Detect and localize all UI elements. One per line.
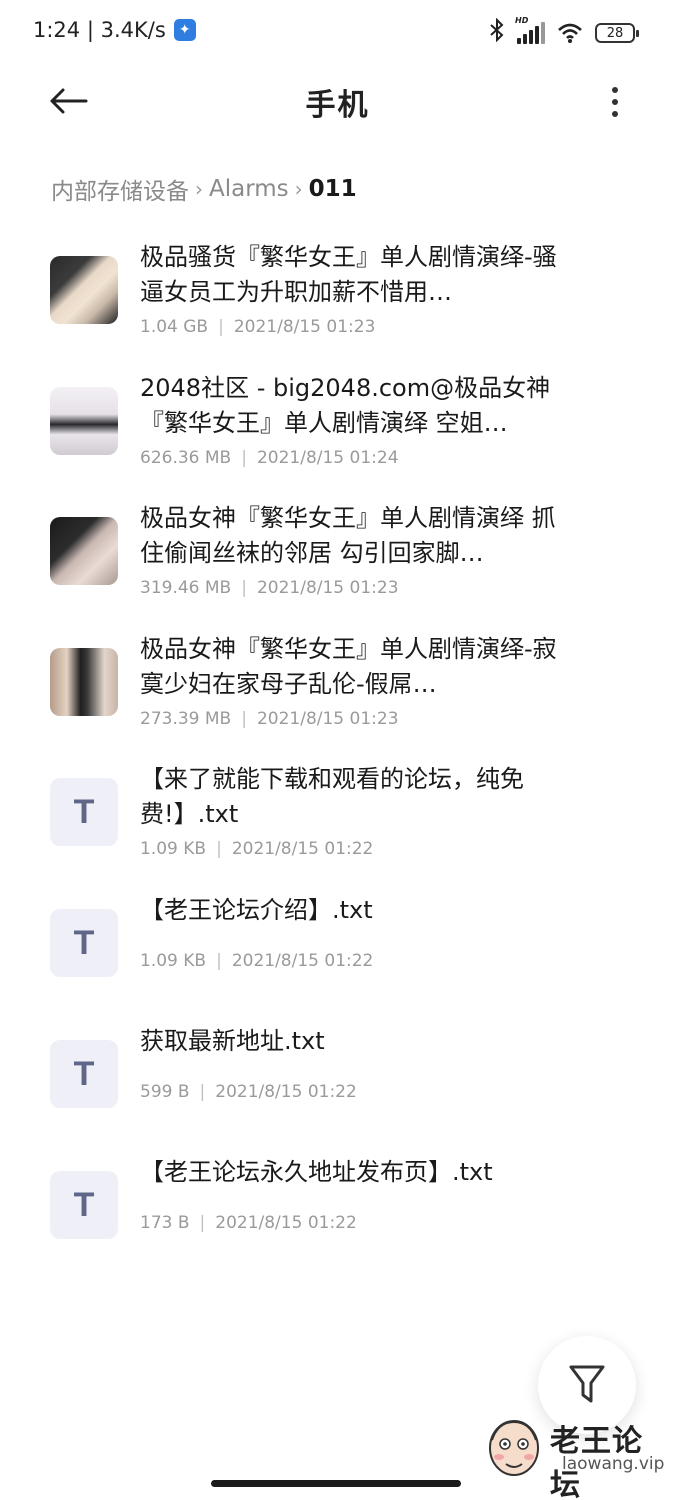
file-size: 599 B xyxy=(140,1082,190,1102)
status-left: 1:24 | 3.4K/s ✦ xyxy=(33,18,196,42)
file-size: 173 B xyxy=(140,1213,190,1233)
text-file-icon: T xyxy=(50,1040,118,1108)
file-date: 2021/8/15 01:22 xyxy=(215,1082,357,1102)
file-name: 2048社区 - big2048.com@极品女神『繁华女王』单人剧情演绎 空姐… xyxy=(140,374,551,437)
file-item[interactable]: 极品女神『繁华女王』单人剧情演绎-寂寞少妇在家母子乱伦-假屌… 273.39 M… xyxy=(0,622,675,742)
file-item[interactable]: 2048社区 - big2048.com@极品女神『繁华女王』单人剧情演绎 空姐… xyxy=(0,361,675,481)
breadcrumb-item-current: 011 xyxy=(308,176,357,202)
status-time-speed: 1:24 | 3.4K/s xyxy=(33,18,166,42)
file-meta: 1.04 GB | 2021/8/15 01:23 xyxy=(140,317,375,337)
file-meta: 1.09 KB | 2021/8/15 01:22 xyxy=(140,839,373,859)
status-right: HD 28 xyxy=(489,16,639,48)
video-thumbnail xyxy=(50,387,118,455)
file-date: 2021/8/15 01:22 xyxy=(231,951,374,971)
file-name: 极品女神『繁华女王』单人剧情演绎-寂寞少妇在家母子乱伦-假屌… xyxy=(140,635,557,698)
chevron-right-icon: › xyxy=(294,177,303,201)
file-name: 获取最新地址.txt xyxy=(140,1027,325,1055)
file-item[interactable]: T 【老王论坛介绍】.txt 1.09 KB | 2021/8/15 01:22 xyxy=(0,896,675,1027)
status-bar: 1:24 | 3.4K/s ✦ HD 28 xyxy=(0,0,675,62)
video-thumbnail xyxy=(50,517,118,585)
app-header: 手机 xyxy=(0,62,675,142)
home-indicator[interactable] xyxy=(211,1480,461,1487)
more-vertical-icon xyxy=(612,87,618,93)
txt-icon-letter: T xyxy=(73,923,95,962)
file-meta: 1.09 KB | 2021/8/15 01:22 xyxy=(140,951,373,971)
meta-separator: | xyxy=(199,1082,206,1102)
hd-label: HD xyxy=(515,16,529,25)
file-meta: 599 B | 2021/8/15 01:22 xyxy=(140,1082,357,1102)
chevron-right-icon: › xyxy=(195,177,203,201)
breadcrumb-item-alarms[interactable]: Alarms xyxy=(209,176,289,202)
video-thumbnail xyxy=(50,648,118,716)
file-meta: 173 B | 2021/8/15 01:22 xyxy=(140,1213,357,1233)
breadcrumb-item-internal-storage[interactable]: 内部存储设备 xyxy=(51,172,189,206)
file-date: 2021/8/15 01:24 xyxy=(256,448,399,468)
file-size: 1.09 KB xyxy=(140,951,207,971)
more-options-button[interactable] xyxy=(595,80,635,124)
file-meta: 319.46 MB | 2021/8/15 01:23 xyxy=(140,578,399,598)
breadcrumb: 内部存储设备 › Alarms › 011 xyxy=(51,172,357,206)
file-size: 626.36 MB xyxy=(140,448,232,468)
file-date: 2021/8/15 01:23 xyxy=(233,317,376,337)
file-size: 1.09 KB xyxy=(140,839,207,859)
meta-separator: | xyxy=(216,951,222,971)
bird-notification-icon: ✦ xyxy=(173,19,196,41)
meta-separator: | xyxy=(218,317,224,337)
bluetooth-icon xyxy=(489,17,505,48)
wifi-icon xyxy=(557,22,583,44)
file-meta: 626.36 MB | 2021/8/15 01:24 xyxy=(140,448,399,468)
file-name: 【老王论坛永久地址发布页】.txt xyxy=(140,1158,493,1186)
file-date: 2021/8/15 01:23 xyxy=(256,709,399,729)
text-file-icon: T xyxy=(50,778,118,846)
text-file-icon: T xyxy=(50,1171,118,1239)
video-thumbnail xyxy=(50,256,118,324)
file-meta: 273.39 MB | 2021/8/15 01:23 xyxy=(140,709,399,729)
file-date: 2021/8/15 01:22 xyxy=(215,1213,357,1233)
file-name: 极品女神『繁华女王』单人剧情演绎 抓住偷闻丝袜的邻居 勾引回家脚… xyxy=(140,504,556,567)
file-item[interactable]: T 【来了就能下载和观看的论坛，纯免费!】.txt 1.09 KB | 2021/8… xyxy=(0,752,675,872)
file-item[interactable]: T 【老王论坛永久地址发布页】.txt 173 B | 2021/8/15 01:2… xyxy=(0,1158,675,1289)
watermark-url: laowang.vip xyxy=(562,1454,665,1474)
file-name: 【来了就能下载和观看的论坛，纯免费!】.txt xyxy=(140,765,524,828)
watermark: 老王论坛 laowang.vip xyxy=(484,1410,669,1500)
txt-icon-letter: T xyxy=(73,1054,95,1093)
file-item[interactable]: T 获取最新地址.txt 599 B | 2021/8/15 01:22 xyxy=(0,1027,675,1158)
page-title: 手机 xyxy=(305,88,370,123)
cell-signal-icon: HD xyxy=(515,16,545,44)
meta-separator: | xyxy=(199,1213,206,1233)
file-date: 2021/8/15 01:22 xyxy=(231,839,374,859)
battery-level: 28 xyxy=(606,25,624,41)
meta-separator: | xyxy=(216,839,222,859)
file-size: 319.46 MB xyxy=(140,578,232,598)
file-item[interactable]: 极品骚货『繁华女王』单人剧情演绎-骚逼女员工为升职加薪不惜用… 1.04 GB |… xyxy=(0,230,675,350)
old-man-face-logo xyxy=(489,1420,539,1476)
file-size: 1.04 GB xyxy=(140,317,209,337)
file-item[interactable]: 极品女神『繁华女王』单人剧情演绎 抓住偷闻丝袜的邻居 勾引回家脚… 319.46… xyxy=(0,491,675,611)
meta-separator: | xyxy=(241,578,247,598)
file-name: 极品骚货『繁华女王』单人剧情演绎-骚逼女员工为升职加薪不惜用… xyxy=(140,243,557,306)
text-file-icon: T xyxy=(50,909,118,977)
meta-separator: | xyxy=(241,448,247,468)
battery-indicator: 28 xyxy=(595,23,639,43)
file-date: 2021/8/15 01:23 xyxy=(256,578,399,598)
file-name: 【老王论坛介绍】.txt xyxy=(140,896,373,924)
txt-icon-letter: T xyxy=(73,1185,95,1224)
txt-icon-letter: T xyxy=(73,792,95,831)
file-size: 273.39 MB xyxy=(140,709,232,729)
filter-icon xyxy=(569,1365,605,1403)
meta-separator: | xyxy=(241,709,247,729)
